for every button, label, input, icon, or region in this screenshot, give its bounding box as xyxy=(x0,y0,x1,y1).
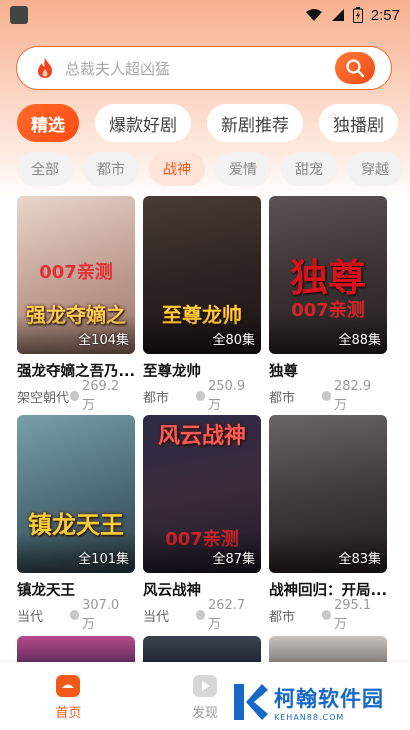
drama-title: 独尊 xyxy=(269,364,298,380)
view-count: 295.1万 xyxy=(333,598,372,632)
drama-poster[interactable]: 007亲测 独尊 全88集 xyxy=(269,196,387,354)
drama-title: 镇龙天王 xyxy=(17,583,75,599)
status-time: 2:57 xyxy=(370,6,400,24)
view-count: 250.9万 xyxy=(207,379,246,413)
brand-logo-icon xyxy=(234,684,268,720)
app-notification-icon xyxy=(10,6,28,24)
nav-discover-label: 发现 xyxy=(192,706,219,721)
battery-charging-icon xyxy=(352,7,363,23)
drama-card[interactable]: 至尊龙帅 全80集 至尊龙帅 都市 250.9万 xyxy=(143,196,261,413)
drama-poster[interactable]: 镇龙天王 全101集 xyxy=(17,415,135,573)
nav-home-label: 首页 xyxy=(55,706,82,721)
search-button[interactable] xyxy=(335,52,375,84)
poster-watermark: 007亲测 xyxy=(39,262,113,283)
brand-name: 柯翰软件园 xyxy=(274,686,384,711)
view-count: 269.2万 xyxy=(81,379,120,413)
filter-all[interactable]: 全部 xyxy=(17,152,73,186)
drama-poster[interactable]: 007亲测 强龙夺嫡之 全104集 xyxy=(17,196,135,354)
drama-genre: 都市 xyxy=(143,390,170,406)
search-bar[interactable]: 总裁夫人超凶猛 xyxy=(16,46,392,90)
episode-count: 全104集 xyxy=(78,333,129,348)
poster-title-art: 独尊 xyxy=(289,255,366,301)
drama-card[interactable]: 007亲测 强龙夺嫡之 全104集 强龙夺嫡之吾乃... 架空朝代 269.2万 xyxy=(17,196,135,413)
view-count: 282.9万 xyxy=(333,379,372,413)
filter-sweet[interactable]: 甜宠 xyxy=(281,152,337,186)
home-icon xyxy=(56,675,81,697)
brand-watermark: 柯翰软件园 KEHAN88.COM xyxy=(230,682,384,722)
search-icon xyxy=(346,59,365,78)
status-icons: 2:57 xyxy=(305,7,400,24)
play-count-icon xyxy=(321,391,331,401)
brand-url: KEHAN88.COM xyxy=(274,712,345,722)
filter-war-god[interactable]: 战神 xyxy=(149,152,205,186)
drama-genre: 当代 xyxy=(17,609,44,625)
drama-card[interactable]: 镇龙天王 全101集 镇龙天王 当代 307.0万 xyxy=(17,415,135,632)
play-icon xyxy=(193,675,217,697)
view-count: 262.7万 xyxy=(207,598,246,632)
episode-count: 全83集 xyxy=(338,552,381,567)
wifi-icon xyxy=(305,9,322,21)
genre-filter: 全部 都市 战神 爱情 甜宠 穿越 xyxy=(17,152,410,186)
poster-title-art: 风云战神 xyxy=(157,423,246,449)
drama-grid: 007亲测 强龙夺嫡之 全104集 强龙夺嫡之吾乃... 架空朝代 269.2万… xyxy=(17,196,393,632)
filter-romance[interactable]: 爱情 xyxy=(215,152,271,186)
play-count-icon xyxy=(321,610,331,620)
status-bar: 2:57 xyxy=(0,0,410,30)
drama-card[interactable]: 风云战神 007亲测 全87集 风云战神 当代 262.7万 xyxy=(143,415,261,632)
tab-new-dramas[interactable]: 新剧推荐 xyxy=(207,104,303,142)
drama-genre: 架空朝代 xyxy=(17,390,70,406)
drama-genre: 都市 xyxy=(269,609,296,625)
play-count-icon xyxy=(69,610,79,620)
drama-poster[interactable]: 至尊龙帅 全80集 xyxy=(143,196,261,354)
category-tabs: 精选 爆款好剧 新剧推荐 独播剧 xyxy=(17,104,410,142)
episode-count: 全80集 xyxy=(212,333,255,348)
drama-title: 战神回归：开局... xyxy=(269,583,387,599)
filter-urban[interactable]: 都市 xyxy=(83,152,139,186)
drama-title: 至尊龙帅 xyxy=(143,364,201,380)
episode-count: 全87集 xyxy=(212,552,255,567)
view-count: 307.0万 xyxy=(81,598,120,632)
drama-title: 风云战神 xyxy=(143,583,201,599)
signal-icon xyxy=(331,9,344,21)
nav-home[interactable]: 首页 xyxy=(0,662,137,730)
episode-count: 全101集 xyxy=(78,552,129,567)
tab-exclusive[interactable]: 独播剧 xyxy=(319,104,398,142)
drama-genre: 当代 xyxy=(143,609,170,625)
play-count-icon xyxy=(69,391,79,401)
drama-poster[interactable]: 风云战神 007亲测 全87集 xyxy=(143,415,261,573)
episode-count: 全88集 xyxy=(338,333,381,348)
play-count-icon xyxy=(195,610,205,620)
play-count-icon xyxy=(195,391,205,401)
drama-genre: 都市 xyxy=(269,390,296,406)
drama-poster[interactable]: 全83集 xyxy=(269,415,387,573)
fire-icon xyxy=(38,58,52,78)
drama-card[interactable]: 全83集 战神回归：开局... 都市 295.1万 xyxy=(269,415,387,632)
tab-featured[interactable]: 精选 xyxy=(17,104,79,142)
tab-hot-dramas[interactable]: 爆款好剧 xyxy=(95,104,191,142)
filter-time-travel[interactable]: 穿越 xyxy=(347,152,403,186)
drama-title: 强龙夺嫡之吾乃... xyxy=(17,364,135,380)
search-input[interactable]: 总裁夫人超凶猛 xyxy=(65,58,170,79)
drama-card[interactable]: 007亲测 独尊 全88集 独尊 都市 282.9万 xyxy=(269,196,387,413)
